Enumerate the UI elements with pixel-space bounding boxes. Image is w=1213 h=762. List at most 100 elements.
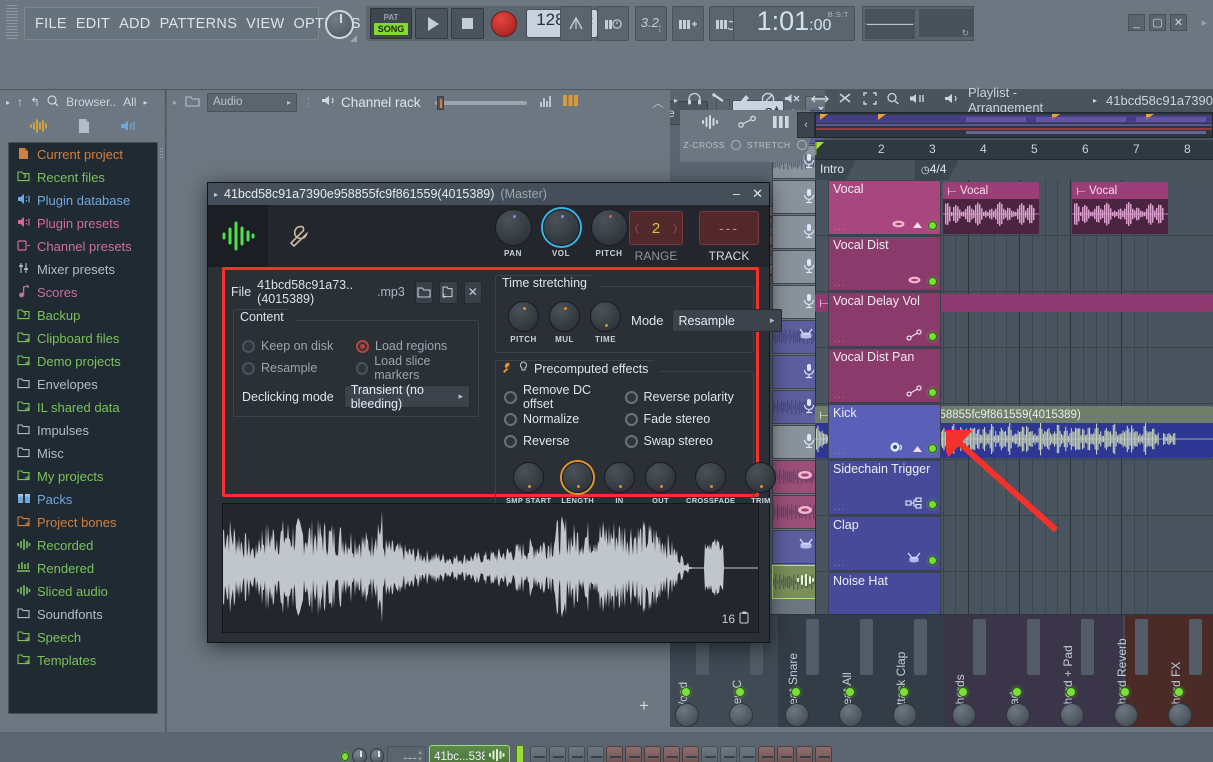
count-in-icon[interactable]: 3.2¦ bbox=[635, 6, 667, 41]
pl-slice-icon[interactable] bbox=[838, 92, 854, 108]
step-button[interactable] bbox=[815, 746, 832, 762]
mixer-track-led[interactable] bbox=[681, 687, 691, 697]
pl-zoom-icon[interactable] bbox=[886, 92, 900, 108]
precomputed-knob-trim[interactable]: TRIM bbox=[745, 462, 776, 505]
step-button[interactable] bbox=[720, 746, 737, 762]
mixer-pan-knob[interactable] bbox=[893, 703, 917, 727]
track-menu-dots[interactable]: ... bbox=[834, 390, 845, 401]
mixer-pan-knob[interactable] bbox=[729, 703, 753, 727]
mixer-track-pad[interactable]: Pad bbox=[1001, 615, 1055, 729]
mixer-fader[interactable] bbox=[1081, 619, 1094, 675]
mixer-fader[interactable] bbox=[914, 619, 927, 675]
browser-item-channel-presets[interactable]: Channel presets bbox=[9, 235, 157, 258]
step-button[interactable] bbox=[796, 746, 813, 762]
play-button[interactable] bbox=[415, 8, 448, 39]
playlist-track-header-sidechain-trigger[interactable]: Sidechain Trigger ... bbox=[828, 460, 941, 515]
mixer-fader[interactable] bbox=[860, 619, 873, 675]
precomputed-options[interactable]: Remove DC offsetReverse polarityNormaliz… bbox=[504, 386, 745, 452]
mixer-fader[interactable] bbox=[973, 619, 986, 675]
knob-dial[interactable] bbox=[604, 462, 635, 493]
pl-expand-icon[interactable]: ▸ bbox=[674, 96, 678, 105]
pl-tool-pattern-icon[interactable] bbox=[772, 115, 790, 132]
toolbar-grip[interactable] bbox=[6, 5, 18, 39]
cr-speaker-icon[interactable] bbox=[321, 94, 336, 110]
mixer-pan-knob[interactable] bbox=[1168, 703, 1192, 727]
maximize-button[interactable]: ▢ bbox=[1149, 14, 1166, 31]
menu-patterns[interactable]: PATTERNS bbox=[160, 16, 238, 32]
close-button[interactable]: ✕ bbox=[1170, 14, 1187, 31]
pl-tool-automation-icon[interactable] bbox=[737, 115, 757, 132]
mixer-track-led[interactable] bbox=[791, 687, 801, 697]
playlist-track-header-clap[interactable]: Clap ... bbox=[828, 516, 941, 571]
track-menu-dots[interactable]: ... bbox=[834, 558, 845, 569]
browser-tab-file-icon[interactable] bbox=[77, 118, 91, 137]
pitch-range-field[interactable]: ❬ 2 ❭ bbox=[629, 211, 683, 245]
playlist-overview[interactable] bbox=[815, 112, 1213, 138]
mixer-track-chords[interactable]: Chords bbox=[947, 615, 1001, 729]
playlist-clip[interactable]: ⊢Vocal bbox=[943, 182, 1039, 234]
pattern-song-toggle[interactable]: PAT SONG bbox=[370, 8, 412, 39]
ts-time-knob-wrap[interactable]: TIME bbox=[590, 301, 621, 344]
knob-dial[interactable] bbox=[695, 462, 726, 493]
precomputed-wrench-icon[interactable] bbox=[500, 361, 513, 377]
knob-dial[interactable] bbox=[513, 462, 544, 493]
record-button[interactable] bbox=[491, 11, 517, 37]
browser-item-packs[interactable]: Packs bbox=[9, 488, 157, 511]
ts-mul-knob-wrap[interactable]: MUL bbox=[549, 301, 580, 344]
mixer-track-led[interactable] bbox=[735, 687, 745, 697]
step-button[interactable] bbox=[682, 746, 699, 762]
precomputed-option-reverse[interactable]: Reverse bbox=[504, 430, 625, 452]
mixer-track-chord-pad[interactable]: Chord + Pad bbox=[1055, 615, 1109, 729]
mixer-track-led[interactable] bbox=[899, 687, 909, 697]
content-option-load-slice-markers[interactable]: Load slice markers bbox=[356, 357, 470, 379]
dialog-titlebar[interactable]: ▸ 41bcd58c91a7390e958855fc9f861559(40153… bbox=[208, 183, 769, 205]
cr-expand-icon[interactable]: ▸ bbox=[173, 98, 177, 107]
mixer-pan-knob[interactable] bbox=[952, 703, 976, 727]
pl-select-icon[interactable] bbox=[863, 92, 877, 108]
browser-item-demo-projects[interactable]: Demo projects bbox=[9, 350, 157, 373]
mixer-track-attack-clap[interactable]: Attack Clap bbox=[888, 615, 942, 729]
playlist-track-header-vocal-dist[interactable]: Vocal Dist ... bbox=[828, 236, 941, 291]
browser-filter[interactable]: All bbox=[123, 95, 136, 109]
browser-item-speech[interactable]: Speech bbox=[9, 626, 157, 649]
content-options[interactable]: Keep on diskLoad regionsResampleLoad sli… bbox=[242, 335, 470, 379]
triangle-icon[interactable] bbox=[912, 442, 923, 456]
track-enable-led[interactable] bbox=[928, 444, 937, 453]
track-enable-led[interactable] bbox=[928, 388, 937, 397]
playlist-track-header-kick[interactable]: Kick ... bbox=[828, 404, 941, 459]
step-button[interactable] bbox=[644, 746, 661, 762]
browser-item-sliced-audio[interactable]: Sliced audio bbox=[9, 580, 157, 603]
waveform-display[interactable]: 16 bbox=[222, 503, 759, 633]
browser-tab-waveform-icon[interactable] bbox=[28, 119, 50, 136]
browser-tab-plugin-icon[interactable] bbox=[119, 119, 137, 136]
pl-title-speaker-icon[interactable] bbox=[944, 92, 959, 108]
browser-item-templates[interactable]: Templates bbox=[9, 649, 157, 672]
mixer-track-led[interactable] bbox=[845, 687, 855, 697]
cr-volume-slider[interactable] bbox=[435, 96, 527, 108]
cr-drag-dots[interactable]: ⋮ bbox=[303, 96, 315, 109]
pl-paint-icon[interactable] bbox=[736, 92, 752, 109]
dialog-minimize-button[interactable]: – bbox=[733, 186, 740, 202]
channel-led[interactable] bbox=[341, 752, 349, 761]
pl-headphone-icon[interactable] bbox=[687, 92, 702, 108]
minimize-button[interactable]: _ bbox=[1128, 14, 1145, 31]
precomputed-option-swap-stereo[interactable]: Swap stereo bbox=[625, 430, 746, 452]
step-button[interactable] bbox=[549, 746, 566, 762]
pl-delete-icon[interactable] bbox=[761, 92, 775, 109]
cr-audio-selector[interactable]: Audio ▸ bbox=[207, 93, 297, 112]
track-enable-led[interactable] bbox=[928, 556, 937, 565]
vol-knob[interactable] bbox=[543, 209, 580, 246]
menu-add[interactable]: ADD bbox=[119, 16, 151, 32]
channel-pan-knob[interactable] bbox=[352, 748, 367, 762]
copy-icon[interactable] bbox=[739, 611, 750, 627]
mixer-fader[interactable] bbox=[806, 619, 819, 675]
stretch-toggle[interactable] bbox=[797, 140, 807, 150]
step-button[interactable] bbox=[777, 746, 794, 762]
menu-edit[interactable]: EDIT bbox=[76, 16, 110, 32]
playlist-track-header-vocal-delay-vol[interactable]: Vocal Delay Vol ... bbox=[828, 292, 941, 347]
menu-file[interactable]: FILE bbox=[35, 16, 67, 32]
step-button[interactable] bbox=[701, 746, 718, 762]
browser-item-project-bones[interactable]: Project bones bbox=[9, 511, 157, 534]
wait-for-input-icon[interactable] bbox=[597, 6, 629, 41]
browser-item-plugin-presets[interactable]: Plugin presets bbox=[9, 212, 157, 235]
